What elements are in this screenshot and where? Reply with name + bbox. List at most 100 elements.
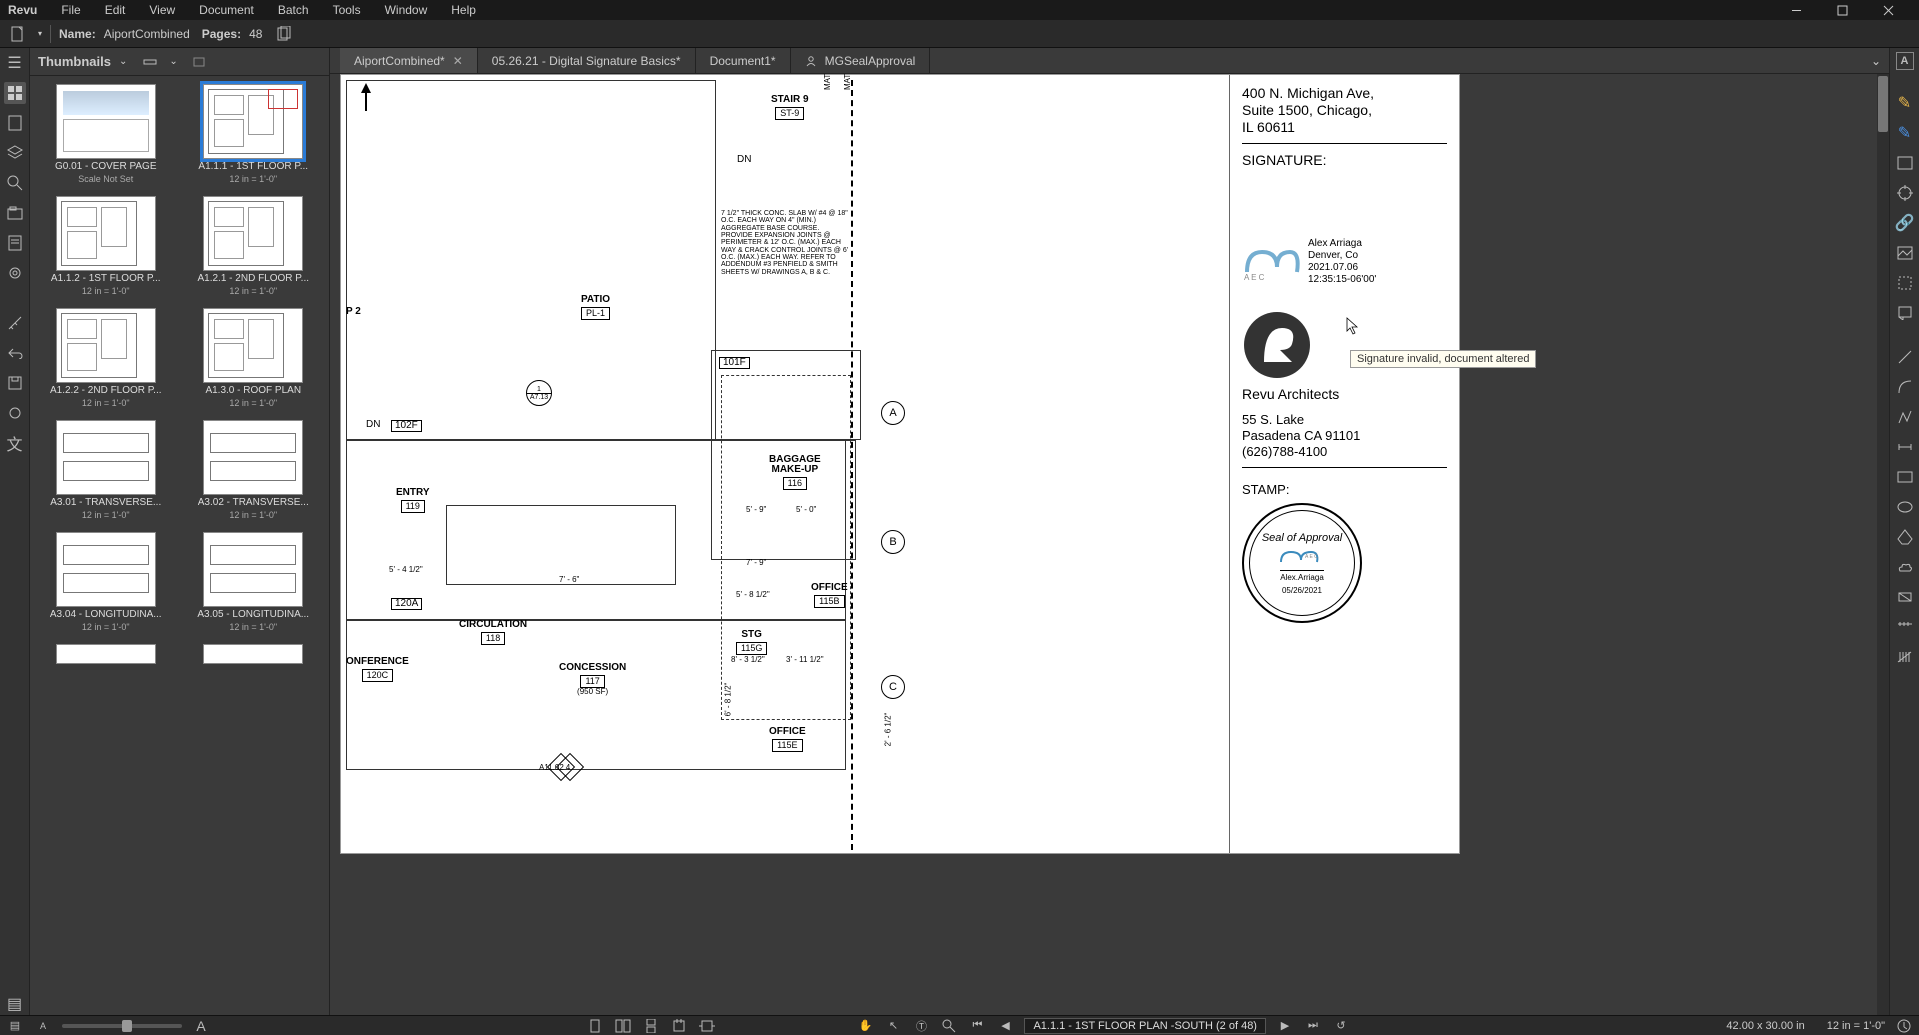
thumbnails-insert-icon[interactable] — [192, 56, 206, 68]
thumbnail-item[interactable]: A3.02 - TRANSVERSE...12 in = 1'-0" — [182, 420, 326, 520]
prev-view-icon[interactable]: ↺ — [1332, 1017, 1350, 1035]
dimension-tool-icon[interactable] — [1894, 436, 1916, 458]
menu-view[interactable]: View — [137, 1, 187, 19]
thumbnail-size-slider[interactable] — [62, 1024, 182, 1028]
thumbnail-label: A3.04 - LONGITUDINA... — [50, 609, 162, 620]
select-tool-icon[interactable]: ↖ — [884, 1017, 902, 1035]
document-tab[interactable]: 05.26.21 - Digital Signature Basics* — [478, 48, 696, 73]
search-icon[interactable] — [4, 172, 26, 194]
hyperlink-tool-icon[interactable]: 🔗 — [1894, 212, 1916, 234]
highlighter-tool-icon[interactable]: ✎ — [1894, 122, 1916, 144]
fit-page-icon[interactable] — [670, 1017, 688, 1035]
scrollbar-thumb[interactable] — [1878, 76, 1888, 132]
document-tab[interactable]: MGSealApproval — [791, 48, 931, 73]
window-maximize-button[interactable] — [1819, 0, 1865, 20]
thumbnail-item[interactable]: A3.01 - TRANSVERSE...12 in = 1'-0" — [34, 420, 178, 520]
side-by-side-icon[interactable] — [614, 1017, 632, 1035]
first-page-icon[interactable]: ⏮ — [968, 1017, 986, 1035]
zoom-tool-icon[interactable] — [940, 1017, 958, 1035]
thumbnails-page-label-dropdown[interactable]: ⌄ — [169, 56, 177, 67]
count-tool-icon[interactable] — [1894, 646, 1916, 668]
menu-batch[interactable]: Batch — [266, 1, 321, 19]
thumbnails-dropdown-icon[interactable]: ⌄ — [119, 56, 127, 67]
zoom-out-small-icon[interactable]: A — [34, 1017, 52, 1035]
thumbnail-item[interactable]: A3.04 - LONGITUDINA...12 in = 1'-0" — [34, 532, 178, 632]
pen-tool-icon[interactable]: ✎ — [1894, 92, 1916, 114]
tab-overflow-icon[interactable]: ⌄ — [1863, 48, 1889, 73]
thumbnail-item[interactable]: A1.3.0 - ROOF PLAN12 in = 1'-0" — [182, 308, 326, 408]
forms-icon[interactable] — [4, 232, 26, 254]
menu-help[interactable]: Help — [439, 1, 488, 19]
thumbnails-page-label-icon[interactable] — [143, 56, 161, 68]
dim-8-3: 8' - 3 1/2" — [731, 655, 765, 664]
thumbnail-item[interactable]: A1.2.1 - 2ND FLOOR P...12 in = 1'-0" — [182, 196, 326, 296]
save-icon[interactable] — [4, 372, 26, 394]
sets-icon[interactable] — [4, 202, 26, 224]
layers-icon[interactable] — [4, 142, 26, 164]
fit-width-icon[interactable] — [698, 1017, 716, 1035]
sig-name: Alex Arriaga — [1308, 238, 1376, 250]
line-tool-icon[interactable] — [1894, 346, 1916, 368]
thumbnail-item[interactable]: A3.05 - LONGITUDINA...12 in = 1'-0" — [182, 532, 326, 632]
pan-tool-icon[interactable]: ✋ — [856, 1017, 874, 1035]
panel-toggle-icon[interactable]: ☰ — [4, 52, 26, 74]
digital-signature-block[interactable]: A E C Alex Arriaga Denver, Co 2021.07.06… — [1242, 238, 1447, 286]
new-doc-icon[interactable] — [8, 24, 28, 44]
text-select-icon[interactable]: Ⓣ — [912, 1017, 930, 1035]
thumbnail-item[interactable]: A1.1.1 - 1ST FLOOR P...12 in = 1'-0" — [182, 84, 326, 184]
undo-icon[interactable] — [4, 342, 26, 364]
vertical-scrollbar[interactable] — [1877, 74, 1889, 1015]
next-page-icon[interactable]: ▶ — [1276, 1017, 1294, 1035]
note-tool-icon[interactable] — [1894, 302, 1916, 324]
shape-tool-icon[interactable] — [1894, 152, 1916, 174]
measure-tool-icon[interactable] — [4, 312, 26, 334]
thumbnail-item[interactable] — [182, 644, 326, 664]
document-tab[interactable]: Document1* — [696, 48, 791, 73]
text-tool-icon[interactable]: A — [1896, 52, 1914, 70]
left-panel-collapse-icon[interactable]: ▤ — [4, 993, 26, 1015]
thumbnails-icon[interactable] — [4, 82, 26, 104]
thumbnail-item[interactable]: G0.01 - COVER PAGEScale Not Set — [34, 84, 178, 184]
polyline-tool-icon[interactable] — [1894, 406, 1916, 428]
erase-tool-icon[interactable] — [1894, 586, 1916, 608]
image-tool-icon[interactable] — [1894, 242, 1916, 264]
menu-window[interactable]: Window — [373, 1, 440, 19]
prev-page-icon[interactable]: ◀ — [996, 1017, 1014, 1035]
tab-close-icon[interactable]: ✕ — [453, 54, 463, 68]
sync-icon[interactable] — [4, 402, 26, 424]
last-page-icon[interactable]: ⏭ — [1304, 1017, 1322, 1035]
doc-copy-icon[interactable] — [274, 24, 294, 44]
callout-tool-icon[interactable] — [1894, 616, 1916, 638]
menu-edit[interactable]: Edit — [93, 1, 138, 19]
menu-tools[interactable]: Tools — [321, 1, 373, 19]
menu-document[interactable]: Document — [187, 1, 266, 19]
menu-file[interactable]: File — [49, 1, 92, 19]
dim-5-0: 5' - 0" — [796, 505, 816, 514]
panels-toggle-icon[interactable]: ▤ — [6, 1017, 24, 1035]
thumbnail-item[interactable]: A1.2.2 - 2ND FLOOR P...12 in = 1'-0" — [34, 308, 178, 408]
snapshot-tool-icon[interactable] — [1894, 182, 1916, 204]
new-doc-dropdown[interactable]: ▾ — [38, 29, 42, 38]
properties-gear-icon[interactable] — [4, 262, 26, 284]
window-close-button[interactable] — [1865, 0, 1911, 20]
file-access-icon[interactable] — [4, 112, 26, 134]
polygon-tool-icon[interactable] — [1894, 526, 1916, 548]
thumbnail-label: A1.1.1 - 1ST FLOOR P... — [198, 161, 308, 172]
cloud-tool-icon[interactable] — [1894, 556, 1916, 578]
continuous-icon[interactable] — [642, 1017, 660, 1035]
document-tab[interactable]: AiportCombined*✕ — [340, 48, 478, 73]
window-minimize-button[interactable] — [1773, 0, 1819, 20]
translate-icon[interactable]: 文 — [4, 432, 26, 454]
scale-dropdown-icon[interactable] — [1895, 1017, 1913, 1035]
arc-tool-icon[interactable] — [1894, 376, 1916, 398]
thumbnail-item[interactable] — [34, 644, 178, 664]
crop-tool-icon[interactable] — [1894, 272, 1916, 294]
thumbnail-item[interactable]: A1.1.2 - 1ST FLOOR P...12 in = 1'-0" — [34, 196, 178, 296]
single-page-icon[interactable] — [586, 1017, 604, 1035]
zoom-in-large-icon[interactable]: A — [192, 1017, 210, 1035]
rect-tool-icon[interactable] — [1894, 466, 1916, 488]
page-index-field[interactable]: A1.1.1 - 1ST FLOOR PLAN -SOUTH (2 of 48) — [1024, 1018, 1266, 1034]
document-viewport[interactable]: STAIR 9 ST-9 DN MATCHLINE A1 MATCHLINE A… — [330, 74, 1889, 1015]
ellipse-tool-icon[interactable] — [1894, 496, 1916, 518]
thumbnail-preview — [203, 196, 303, 271]
